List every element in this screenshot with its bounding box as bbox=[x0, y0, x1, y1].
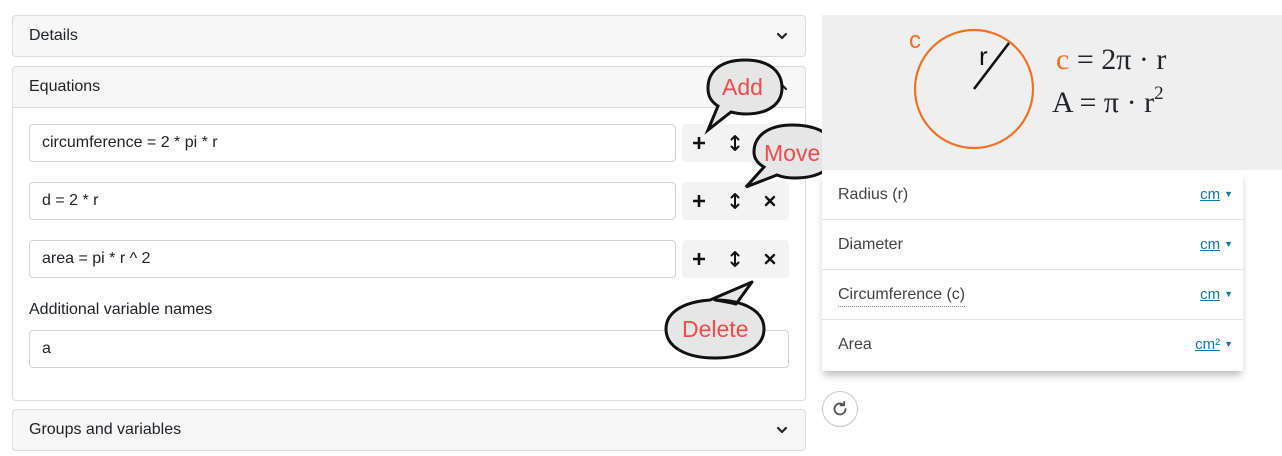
equation-text: d = 2 * r bbox=[42, 192, 99, 209]
formula-c-rest: = 2π · r bbox=[1076, 43, 1167, 76]
move-callout-text: Move bbox=[764, 140, 821, 166]
plus-icon bbox=[693, 137, 705, 149]
circumference-formula: c = 2π · r bbox=[1056, 43, 1166, 77]
variable-row: Circumference (c) cm ▼ bbox=[822, 270, 1243, 320]
caret-down-icon: ▼ bbox=[1224, 189, 1233, 199]
variable-row: Radius (r) cm ▼ bbox=[822, 170, 1243, 220]
chevron-down-icon[interactable] bbox=[775, 423, 789, 437]
equation-tools-3 bbox=[682, 240, 789, 278]
equation-text: area = pi * r ^ 2 bbox=[42, 250, 151, 267]
unit-dropdown[interactable]: cm² ▼ bbox=[1195, 336, 1233, 353]
equations-title: Equations bbox=[29, 78, 101, 95]
unit-dropdown[interactable]: cm ▼ bbox=[1200, 286, 1233, 303]
variable-name: Diameter bbox=[838, 236, 903, 253]
equation-input-3[interactable]: area = pi * r ^ 2 bbox=[29, 240, 676, 278]
groups-title: Groups and variables bbox=[29, 421, 182, 438]
circle-c-label: c bbox=[909, 27, 921, 54]
move-equation-button[interactable] bbox=[718, 240, 752, 278]
unit-label: cm bbox=[1200, 286, 1221, 303]
close-icon bbox=[764, 195, 776, 207]
equations-panel-header[interactable]: Equations bbox=[12, 66, 806, 108]
move-vertical-icon bbox=[730, 251, 740, 267]
chevron-down-icon[interactable] bbox=[775, 29, 789, 43]
caret-down-icon: ▼ bbox=[1224, 239, 1233, 249]
unit-label: cm² bbox=[1195, 336, 1221, 353]
variable-row: Diameter cm ▼ bbox=[822, 220, 1243, 270]
circle-diagram: c r c = 2π · r A = π · r2 bbox=[822, 15, 1282, 170]
circle-illustration bbox=[913, 28, 1035, 150]
unit-label: cm bbox=[1200, 236, 1221, 253]
add-callout-text: Add bbox=[722, 74, 763, 100]
equation-input-2[interactable]: d = 2 * r bbox=[29, 182, 676, 220]
formula-area-text: A = π · r bbox=[1052, 86, 1155, 119]
details-panel-header[interactable]: Details bbox=[12, 15, 806, 57]
equation-input-1[interactable]: circumference = 2 * pi * r bbox=[29, 124, 676, 162]
add-equation-button[interactable] bbox=[682, 182, 716, 220]
equation-text: circumference = 2 * pi * r bbox=[42, 134, 218, 151]
circle-r-label: r bbox=[979, 41, 988, 71]
variable-row: Area cm² ▼ bbox=[822, 320, 1243, 370]
refresh-icon bbox=[833, 400, 847, 416]
variable-name: Circumference (c) bbox=[838, 286, 966, 307]
caret-down-icon: ▼ bbox=[1224, 339, 1233, 349]
additional-variables-label: Additional variable names bbox=[29, 301, 213, 318]
reset-button[interactable] bbox=[822, 391, 858, 427]
formula-area-exponent: 2 bbox=[1154, 83, 1164, 104]
add-equation-button[interactable] bbox=[682, 240, 716, 278]
unit-label: cm bbox=[1200, 186, 1221, 203]
caret-down-icon: ▼ bbox=[1224, 289, 1233, 299]
variable-name: Area bbox=[838, 336, 872, 353]
formula-c-var: c bbox=[1056, 43, 1070, 76]
plus-icon bbox=[693, 195, 705, 207]
details-title: Details bbox=[29, 27, 78, 44]
unit-dropdown[interactable]: cm ▼ bbox=[1200, 236, 1233, 253]
delete-callout-text: Delete bbox=[682, 316, 749, 342]
variable-name: Radius (r) bbox=[838, 186, 909, 203]
additional-variables-value: a bbox=[42, 340, 51, 357]
move-vertical-icon bbox=[730, 193, 740, 209]
plus-icon bbox=[693, 253, 705, 265]
groups-panel-header[interactable]: Groups and variables bbox=[12, 409, 806, 451]
delete-equation-button[interactable] bbox=[753, 240, 787, 278]
variables-card: Radius (r) cm ▼ Diameter cm ▼ Circumferenc… bbox=[822, 170, 1243, 371]
unit-dropdown[interactable]: cm ▼ bbox=[1200, 186, 1233, 203]
area-formula: A = π · r2 bbox=[1052, 83, 1164, 120]
close-icon bbox=[764, 253, 776, 265]
